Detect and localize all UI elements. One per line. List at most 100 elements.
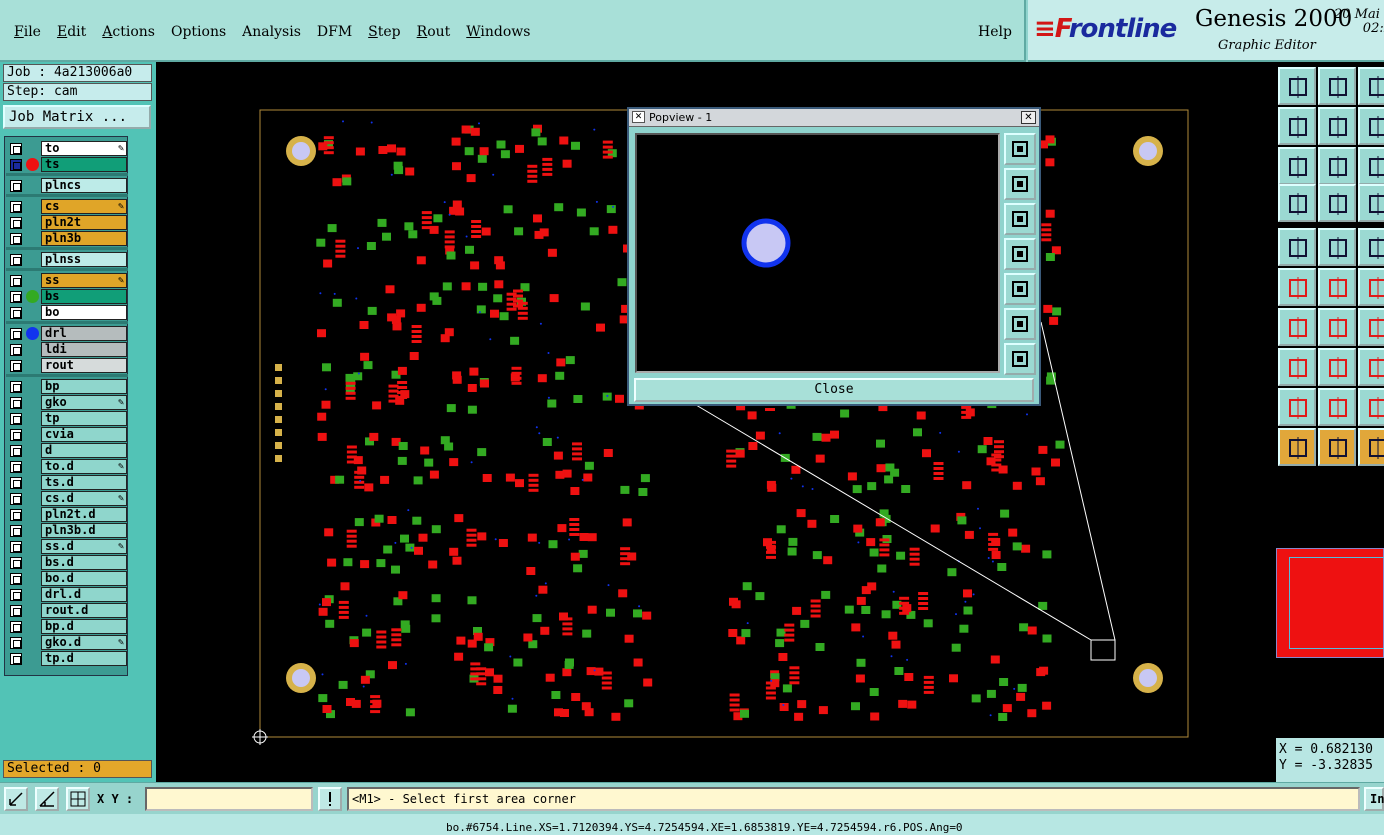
layer-name[interactable]: to.d ✎ — [41, 459, 127, 474]
window-menu-icon[interactable]: ✕ — [632, 111, 645, 123]
layer-name[interactable]: tp — [41, 411, 127, 426]
layer-checkbox[interactable] — [10, 360, 22, 372]
pad-icon[interactable] — [1278, 348, 1316, 386]
scale-icon[interactable] — [1358, 147, 1384, 185]
layer-name[interactable]: bp — [41, 379, 127, 394]
menu-actions[interactable]: Actions — [102, 24, 155, 40]
layer-name[interactable]: gko ✎ — [41, 395, 127, 410]
zoom-out-icon[interactable] — [1318, 67, 1356, 105]
layer-row-ss[interactable]: ss ✎ — [6, 273, 128, 288]
layer-checkbox[interactable] — [10, 201, 22, 213]
pointer-circle-icon[interactable] — [1358, 428, 1384, 466]
layer-row-drl-d[interactable]: drl.d — [6, 587, 128, 602]
cross-icon[interactable] — [1318, 268, 1356, 306]
slash-icon[interactable] — [1318, 308, 1356, 346]
layer-checkbox[interactable] — [10, 461, 22, 473]
layer-row-ts-d[interactable]: ts.d — [6, 475, 128, 490]
layer-checkbox[interactable] — [10, 429, 22, 441]
peak-icon[interactable] — [1318, 388, 1356, 426]
layer-checkbox[interactable] — [10, 493, 22, 505]
layer-name[interactable]: d — [41, 443, 127, 458]
select-icon[interactable] — [1278, 228, 1316, 266]
grid-icon[interactable] — [1318, 184, 1356, 222]
exclamation-icon[interactable] — [318, 787, 342, 811]
layer-row-plncs[interactable]: plncs — [6, 178, 128, 193]
layer-name[interactable]: ts.d — [41, 475, 127, 490]
rotate-icon[interactable] — [1358, 308, 1384, 346]
layer-row-drl[interactable]: drl — [6, 326, 128, 341]
layer-row-ldi[interactable]: ldi — [6, 342, 128, 357]
layer-name[interactable]: pln3b.d — [41, 523, 127, 538]
popview-zoom-icon[interactable] — [1004, 133, 1036, 165]
layer-checkbox[interactable] — [10, 159, 22, 171]
menu-help[interactable]: Help — [978, 24, 1012, 40]
layer-row-pln2t-d[interactable]: pln2t.d — [6, 507, 128, 522]
layer-row-bs-d[interactable]: bs.d — [6, 555, 128, 570]
layer-row-to-d[interactable]: to.d ✎ — [6, 459, 128, 474]
layer-name[interactable]: bs.d — [41, 555, 127, 570]
layer-row-bp-d[interactable]: bp.d — [6, 619, 128, 634]
layer-checkbox[interactable] — [10, 557, 22, 569]
layer-row-ts[interactable]: ts — [6, 157, 128, 172]
layer-checkbox[interactable] — [10, 381, 22, 393]
layer-row-pln2t[interactable]: pln2t — [6, 215, 128, 230]
in-button[interactable]: In — [1364, 787, 1384, 811]
home-icon[interactable] — [1358, 67, 1384, 105]
layer-row-cvia[interactable]: cvia — [6, 427, 128, 442]
xy-input[interactable] — [145, 787, 313, 811]
layer-checkbox[interactable] — [10, 275, 22, 287]
menu-edit[interactable]: Edit — [57, 24, 86, 40]
layer-checkbox[interactable] — [10, 621, 22, 633]
layer-checkbox[interactable] — [10, 233, 22, 245]
settings-icon[interactable] — [1278, 184, 1316, 222]
layer-row-rout[interactable]: rout — [6, 358, 128, 373]
layer-checkbox[interactable] — [10, 653, 22, 665]
layer-checkbox[interactable] — [10, 605, 22, 617]
layer-row-bp[interactable]: bp — [6, 379, 128, 394]
popview-center-icon[interactable] — [1004, 343, 1036, 375]
layer-row-to[interactable]: to ✎ — [6, 141, 128, 156]
layer-checkbox[interactable] — [10, 637, 22, 649]
layer-checkbox[interactable] — [10, 307, 22, 319]
layer-checkbox[interactable] — [10, 344, 22, 356]
layer-row-plnss[interactable]: plnss — [6, 252, 128, 267]
measure-icon[interactable] — [35, 787, 59, 811]
layer-name[interactable]: bo.d — [41, 571, 127, 586]
layer-name[interactable]: bs — [41, 289, 127, 304]
zoom-in-icon[interactable] — [1278, 67, 1316, 105]
arc-icon[interactable] — [1358, 268, 1384, 306]
layer-checkbox[interactable] — [10, 509, 22, 521]
layer-row-gko-d[interactable]: gko.d ✎ — [6, 635, 128, 650]
layer-row-bs[interactable]: bs — [6, 289, 128, 304]
minus-icon[interactable] — [1318, 348, 1356, 386]
popview-right-icon[interactable] — [1004, 273, 1036, 305]
close-icon[interactable]: ✕ — [1021, 111, 1036, 124]
popview-left-icon[interactable] — [1004, 238, 1036, 270]
pointer-icon[interactable] — [1278, 428, 1316, 466]
ruler-icon[interactable] — [1358, 228, 1384, 266]
menu-step[interactable]: Step — [368, 24, 400, 40]
triangle-icon[interactable] — [1278, 388, 1316, 426]
layer-row-cs-d[interactable]: cs.d ✎ — [6, 491, 128, 506]
layer-checkbox[interactable] — [10, 477, 22, 489]
layer-checkbox[interactable] — [10, 525, 22, 537]
zoom-area-icon[interactable] — [4, 787, 28, 811]
fit-icon[interactable] — [1278, 147, 1316, 185]
popview-down-icon[interactable] — [1004, 203, 1036, 235]
layer-checkbox[interactable] — [10, 254, 22, 266]
layer-name[interactable]: ldi — [41, 342, 127, 357]
grid-snap-icon[interactable] — [66, 787, 90, 811]
draw-icon[interactable] — [1318, 228, 1356, 266]
layer-name[interactable]: pln2t.d — [41, 507, 127, 522]
layer-checkbox[interactable] — [10, 589, 22, 601]
net-icon[interactable] — [1278, 268, 1316, 306]
popview-titlebar[interactable]: ✕ Popview - 1 ✕ — [629, 109, 1039, 127]
pan-left-icon[interactable] — [1278, 107, 1316, 145]
layer-row-d[interactable]: d — [6, 443, 128, 458]
popview-view[interactable] — [635, 133, 1000, 373]
layer-name[interactable]: pln3b — [41, 231, 127, 246]
text-icon[interactable] — [1358, 388, 1384, 426]
align-icon[interactable] — [1358, 348, 1384, 386]
layer-row-cs[interactable]: cs ✎ — [6, 199, 128, 214]
snap-icon[interactable] — [1358, 184, 1384, 222]
